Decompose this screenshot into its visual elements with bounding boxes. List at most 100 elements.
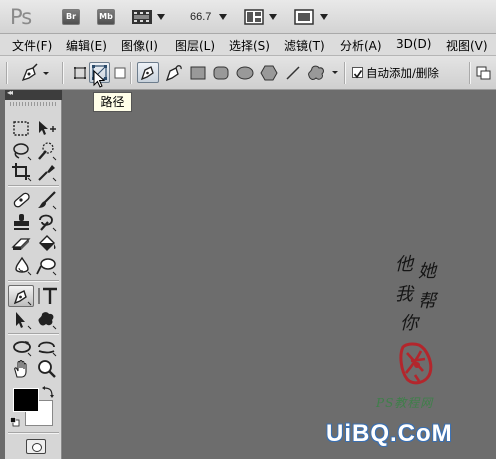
auto-add-delete-checkbox[interactable] (352, 67, 363, 79)
polygon-tool-button[interactable] (260, 65, 278, 84)
menu-layer[interactable]: 图层(L) (175, 37, 215, 54)
marquee-tool[interactable] (11, 119, 33, 139)
tools-panel-header[interactable] (5, 90, 62, 100)
separator (6, 62, 8, 84)
quick-selection-tool[interactable] (36, 141, 58, 161)
freeform-pen-icon (165, 65, 182, 82)
mouse-cursor-icon (93, 70, 106, 88)
calligraphy-character: 帮 (418, 291, 439, 312)
launch-mini-bridge-button[interactable]: Mb (97, 9, 115, 25)
screen-mode-button[interactable] (294, 9, 314, 25)
rounded-rectangle-tool-button[interactable] (213, 66, 229, 83)
custom-shape-icon (308, 65, 338, 80)
rectangle-tool-button[interactable] (190, 66, 206, 83)
crop-icon (12, 163, 32, 182)
pen-tool[interactable] (8, 285, 34, 307)
line-icon (286, 66, 300, 80)
quick-selection-icon (38, 142, 57, 161)
zoom-level[interactable]: 66.7 (190, 11, 211, 23)
foreground-color-swatch[interactable] (13, 388, 39, 412)
move-tool[interactable] (36, 119, 58, 139)
paint-bucket-tool[interactable] (36, 234, 58, 254)
chevron-down-icon[interactable] (157, 14, 165, 20)
menu-view[interactable]: 视图(V) (446, 37, 488, 54)
chevron-down-icon[interactable] (269, 14, 277, 20)
collapse-panel-icon[interactable]: ◂◂ (7, 88, 13, 97)
custom-shape-tool[interactable] (36, 310, 58, 330)
crop-tool[interactable] (11, 162, 33, 182)
eyedropper-tool[interactable] (36, 162, 58, 182)
chevron-down-icon[interactable] (219, 14, 227, 20)
blur-tool[interactable] (11, 256, 33, 276)
menu-3d[interactable]: 3D(D) (396, 37, 431, 51)
tool-preset-picker[interactable] (18, 63, 52, 86)
fill-pixels-mode-button[interactable] (114, 67, 126, 82)
custom-shape-tool-button[interactable] (306, 64, 340, 85)
auto-add-delete-label: 自动添加/删除 (366, 66, 439, 80)
chevron-down-icon[interactable] (320, 14, 328, 20)
menu-analysis[interactable]: 分析(A) (340, 37, 382, 54)
freeform-pen-tool-button[interactable] (163, 63, 183, 86)
view-extras-button[interactable] (131, 8, 153, 26)
pen-tool-button[interactable] (137, 62, 159, 83)
screen-mode-icon (294, 9, 314, 25)
menu-select[interactable]: 选择(S) (229, 37, 270, 54)
history-brush-tool[interactable] (36, 212, 58, 232)
separator (130, 62, 132, 84)
spot-healing-tool[interactable] (11, 190, 33, 210)
rectangle-icon (190, 66, 206, 80)
menu-file[interactable]: 文件(F) (12, 37, 52, 54)
shape-layers-icon (74, 67, 86, 79)
panel-grip[interactable] (10, 102, 58, 106)
menu-edit[interactable]: 编辑(E) (66, 37, 107, 54)
separator (62, 62, 64, 84)
brush-icon (38, 191, 57, 210)
shape-layers-mode-button[interactable] (73, 66, 87, 83)
stamp-icon (14, 214, 29, 230)
combine-shapes-icon (476, 66, 491, 80)
zoom-tool[interactable] (36, 359, 58, 379)
line-tool-button[interactable] (285, 65, 301, 84)
custom-shape-icon (38, 312, 57, 330)
3d-orbit-icon (38, 341, 57, 357)
photoshop-logo: Ps (10, 5, 32, 29)
separator (8, 432, 59, 434)
move-icon (39, 121, 56, 135)
arrange-documents-button[interactable] (244, 9, 264, 25)
hand-tool[interactable] (11, 359, 33, 379)
blur-drop-icon (15, 256, 32, 276)
clone-stamp-tool[interactable] (11, 212, 33, 232)
separator (8, 185, 59, 187)
menu-filter[interactable]: 滤镜(T) (284, 37, 325, 54)
quick-mask-button[interactable] (26, 439, 46, 454)
eraser-tool[interactable] (11, 234, 33, 254)
lasso-tool[interactable] (11, 141, 33, 161)
menu-image[interactable]: 图像(I) (121, 37, 158, 54)
3d-orbit-tool[interactable] (36, 337, 58, 357)
calligraphy-watermark: 他她 我帮 你 (395, 254, 439, 333)
uibq-watermark: UiBQ.CoM (326, 420, 453, 447)
calligraphy-character: 她 (418, 261, 438, 282)
tooltip: 路径 (93, 92, 132, 112)
launch-bridge-button[interactable]: Br (62, 9, 80, 25)
healing-bandage-icon (13, 192, 30, 208)
path-area-mode-button[interactable] (476, 66, 492, 83)
swap-colors-icon[interactable] (42, 386, 54, 398)
lasso-icon (13, 143, 32, 161)
eyedropper-icon (38, 165, 57, 182)
ellipse-tool-button[interactable] (236, 66, 254, 83)
magnifier-icon (38, 360, 56, 378)
pen-icon (21, 63, 49, 82)
rectangular-marquee-icon (13, 121, 29, 136)
dodge-icon (36, 258, 57, 276)
menu-bar: 文件(F) 编辑(E) 图像(I) 图层(L) 选择(S) 滤镜(T) 分析(A… (0, 34, 496, 56)
default-colors-icon[interactable] (10, 417, 20, 427)
polygon-icon (260, 65, 278, 81)
checkmark-icon (353, 70, 363, 79)
pen-icon (140, 66, 154, 81)
3d-rotate-tool[interactable] (11, 337, 33, 357)
brush-tool[interactable] (36, 190, 58, 210)
type-tool[interactable] (36, 286, 58, 306)
dodge-tool[interactable] (36, 256, 58, 276)
path-selection-tool[interactable] (11, 310, 33, 330)
